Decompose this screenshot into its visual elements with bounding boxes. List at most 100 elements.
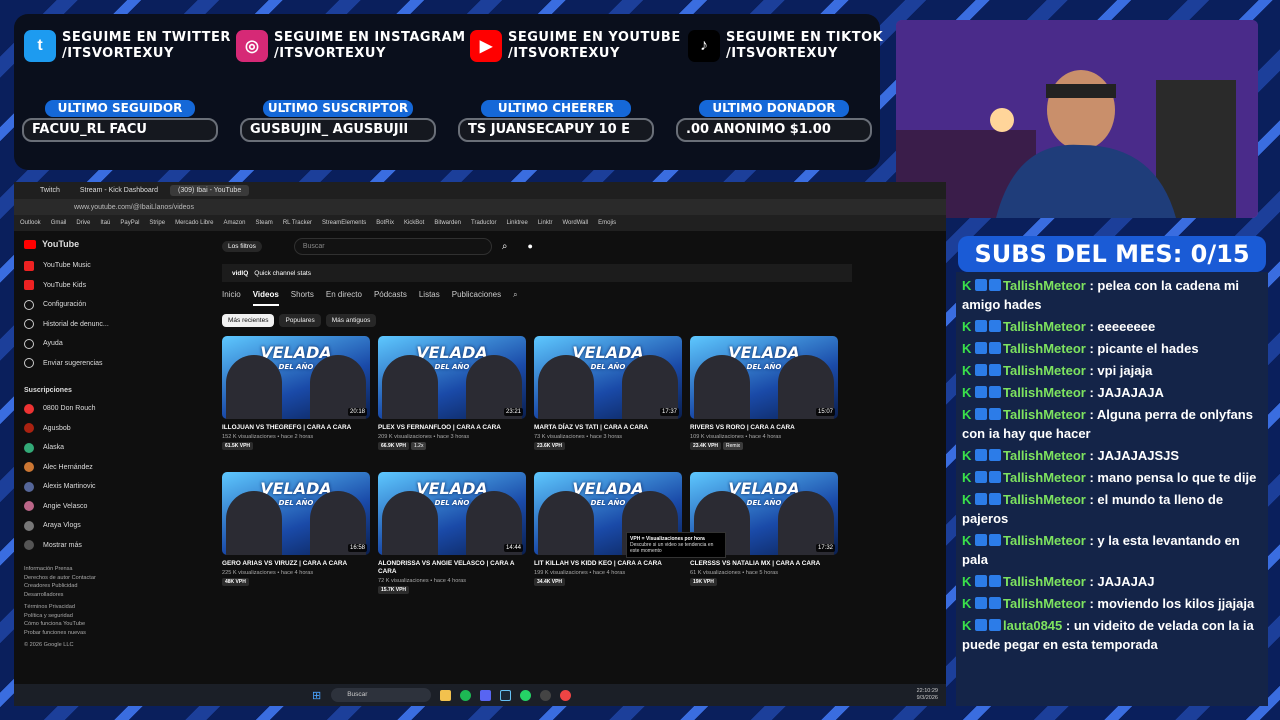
browser-tab[interactable]: Twitch [32, 185, 68, 196]
tab-3[interactable]: En directo [326, 290, 362, 306]
chat-username[interactable]: TallishMeteor [1003, 407, 1086, 422]
video-card[interactable]: VELADA DEL AÑO 20:18 ILLOJUAN VS THEGREFG |… [222, 336, 370, 472]
footer-line[interactable]: Creadores Publicidad [24, 582, 126, 591]
youtube-logo[interactable]: YouTube [24, 232, 126, 256]
tab-5[interactable]: Listas [419, 290, 440, 306]
video-thumbnail[interactable]: VELADA DEL AÑO 20:18 [222, 336, 370, 419]
video-thumbnail[interactable]: VELADA DEL AÑO 17:37 [534, 336, 682, 419]
chat-username[interactable]: TallishMeteor [1003, 574, 1086, 589]
chat-username[interactable]: TallishMeteor [1003, 492, 1086, 507]
video-card[interactable]: VELADA DEL AÑO 15:07 RIVERS VS RORO | CARA … [690, 336, 838, 472]
browser-tab[interactable]: (309) Ibai - YouTube [170, 185, 250, 196]
subscriptions-header[interactable]: Suscripciones [24, 381, 126, 399]
bookmark-item[interactable]: Outlook [20, 220, 41, 226]
filters-button[interactable]: Los filtros [222, 240, 262, 252]
bookmark-item[interactable]: Mercado Libre [175, 220, 213, 226]
bookmark-item[interactable]: Drive [76, 220, 90, 226]
bookmark-item[interactable]: Itaú [100, 220, 110, 226]
browser-tab[interactable]: Stream - Kick Dashboard [72, 185, 166, 196]
chrome-icon[interactable] [560, 689, 572, 701]
tab-2[interactable]: Shorts [291, 290, 314, 306]
chat-username[interactable]: lauta0845 [1003, 618, 1062, 633]
bookmark-item[interactable]: KickBot [404, 220, 424, 226]
video-card[interactable]: VELADA DEL AÑO 23:21 PLEX VS FERNANFLOO | C… [378, 336, 526, 472]
vidiq-bar[interactable]: vidIQ Quick channel stats [222, 264, 852, 282]
video-thumbnail[interactable]: VELADA DEL AÑO 23:21 [378, 336, 526, 419]
sort-chip[interactable]: Populares [279, 314, 321, 327]
footer-line[interactable]: Derechos de autor Contactar [24, 574, 126, 583]
bookmark-item[interactable]: Bitwarden [434, 220, 461, 226]
subscription-item[interactable]: Agusbob [24, 419, 126, 439]
mic-icon[interactable]: ● [527, 241, 532, 251]
bookmark-item[interactable]: Linktree [506, 220, 527, 226]
bookmark-item[interactable]: BotRix [376, 220, 394, 226]
search-channel-icon[interactable]: ⌕ [513, 290, 517, 306]
bookmark-item[interactable]: Gmail [51, 220, 67, 226]
spotify-icon[interactable] [460, 689, 472, 701]
start-icon[interactable]: ⊞ [312, 689, 321, 702]
bookmark-item[interactable]: Traductor [471, 220, 496, 226]
video-thumbnail[interactable]: VELADA DEL AÑO 16:58 [222, 472, 370, 555]
tab-1[interactable]: Videos [252, 290, 279, 306]
bookmark-item[interactable]: Linktr [538, 220, 553, 226]
chat-username[interactable]: TallishMeteor [1003, 319, 1086, 334]
steam-icon[interactable] [500, 689, 512, 701]
bookmark-item[interactable]: PayPal [120, 220, 139, 226]
video-thumbnail[interactable]: VELADA DEL AÑO 15:07 [690, 336, 838, 419]
discord-icon[interactable] [480, 689, 492, 701]
footer-line[interactable]: © 2026 Google LLC [24, 641, 126, 650]
sidebar-item[interactable]: Historial de denunc... [24, 315, 126, 335]
tab-0[interactable]: Inicio [222, 290, 241, 306]
video-title[interactable]: CLERSSS VS NATALIA MX | CARA A CARA [690, 560, 838, 568]
tab-4[interactable]: Pódcasts [374, 290, 407, 306]
subscription-item[interactable]: Alaska [24, 438, 126, 458]
footer-line[interactable]: Términos Privacidad [24, 603, 126, 612]
video-title[interactable]: PLEX VS FERNANFLOO | CARA A CARA [378, 424, 526, 432]
chat-username[interactable]: TallishMeteor [1003, 341, 1086, 356]
url-text[interactable]: www.youtube.com/@IbaiLlanos/videos [74, 204, 194, 211]
footer-line[interactable]: Política y seguridad [24, 612, 126, 621]
social-link-1[interactable]: ◎ SEGUIME EN INSTAGRAM/ITSVORTEXUY [236, 30, 466, 62]
search-input[interactable]: Buscar [293, 237, 492, 255]
footer-line[interactable]: Desarrolladores [24, 591, 126, 600]
bookmark-item[interactable]: Emojis [598, 220, 616, 226]
chat-username[interactable]: TallishMeteor [1003, 448, 1086, 463]
subscription-item[interactable]: Araya Vlogs [24, 516, 126, 536]
chat-username[interactable]: TallishMeteor [1003, 533, 1086, 548]
bookmark-item[interactable]: Stripe [149, 220, 165, 226]
whatsapp-icon[interactable] [520, 689, 532, 701]
taskbar-search[interactable]: Buscar [331, 688, 432, 702]
subscription-item[interactable]: Alexis Martinovic [24, 477, 126, 497]
sidebar-item[interactable]: Enviar sugerencias [24, 354, 126, 374]
sort-chip[interactable]: Más recientes [222, 314, 275, 327]
video-card[interactable]: VELADA DEL AÑO 16:58 GERO ARIAS VS VIRUZZ |… [222, 472, 370, 608]
bookmark-item[interactable]: RL Tracker [283, 220, 312, 226]
footer-line[interactable]: Información Prensa [24, 565, 126, 574]
address-bar[interactable]: www.youtube.com/@IbaiLlanos/videos [14, 199, 946, 215]
sidebar-item[interactable]: YouTube Kids [24, 276, 126, 296]
video-title[interactable]: GERO ARIAS VS VIRUZZ | CARA A CARA [222, 560, 370, 568]
bookmark-item[interactable]: Steam [255, 220, 272, 226]
video-title[interactable]: RIVERS VS RORO | CARA A CARA [690, 424, 838, 432]
sidebar-item[interactable]: Configuración [24, 295, 126, 315]
chat-username[interactable]: TallishMeteor [1003, 470, 1086, 485]
bookmark-item[interactable]: StreamElements [322, 220, 366, 226]
subscription-item[interactable]: Alec Hernández [24, 458, 126, 478]
video-title[interactable]: ILLOJUAN VS THEGREFG | CARA A CARA [222, 424, 370, 432]
video-card[interactable]: VELADA DEL AÑO 17:37 MARTA DÍAZ VS TATI | C… [534, 336, 682, 472]
footer-line[interactable]: Probar funciones nuevas [24, 629, 126, 638]
chat-username[interactable]: TallishMeteor [1003, 596, 1086, 611]
subscription-item[interactable]: 0800 Don Rouch [24, 399, 126, 419]
subscription-item[interactable]: Angie Velasco [24, 497, 126, 517]
clock[interactable]: 22:10:29 9/3/2026 [917, 688, 938, 702]
subscription-item[interactable]: Mostrar más [24, 536, 126, 556]
video-title[interactable]: LIT KILLAH VS KIDD KEO | CARA A CARA [534, 560, 682, 568]
chat-username[interactable]: TallishMeteor [1003, 363, 1086, 378]
bookmark-item[interactable]: Amazon [223, 220, 245, 226]
video-thumbnail[interactable]: VELADA DEL AÑO 14:44 [378, 472, 526, 555]
folder-icon[interactable] [440, 689, 452, 701]
obs-icon[interactable] [540, 689, 552, 701]
search-icon[interactable]: ⌕ [502, 241, 508, 252]
sidebar-item[interactable]: YouTube Music [24, 256, 126, 276]
bookmark-item[interactable]: WordWall [562, 220, 588, 226]
